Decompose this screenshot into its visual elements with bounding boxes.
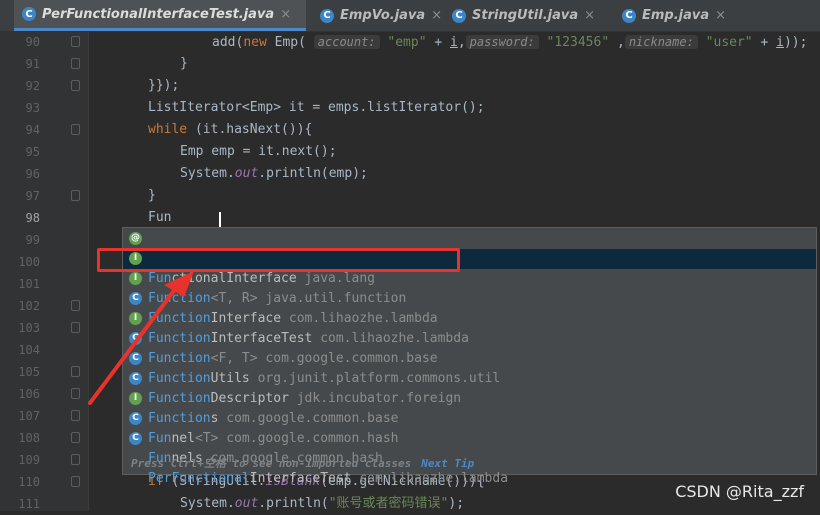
annotation-icon: @ xyxy=(129,232,142,245)
class-icon: C xyxy=(22,7,36,21)
completion-item[interactable]: I Funnel<T> com.google.common.hash xyxy=(123,389,816,446)
close-icon[interactable]: × xyxy=(715,8,726,23)
code-line: 93 ListIterator<Emp> it = emps.listItera… xyxy=(0,97,820,119)
editor-tab-bar: C PerFunctionalInterfaceTest.java × C Em… xyxy=(0,0,820,32)
completion-item[interactable]: I FunctionInterface com.lihaozhe.lambda xyxy=(123,269,816,326)
fold-icon[interactable] xyxy=(71,388,80,399)
fold-icon[interactable] xyxy=(71,476,80,487)
line-number: 104 xyxy=(18,343,40,357)
completion-item[interactable]: C FunctionInterfaceTest com.lihaozhe.lam… xyxy=(123,289,816,346)
completion-item[interactable]: I Function<F, T> com.google.common.base xyxy=(123,309,816,366)
line-number: 97 xyxy=(25,189,40,203)
code-text[interactable]: Emp emp = it.next(); xyxy=(180,141,337,163)
fold-icon[interactable] xyxy=(71,124,80,135)
line-number: 110 xyxy=(18,475,40,489)
line-number: 96 xyxy=(25,167,40,181)
class-icon: C xyxy=(129,412,142,425)
code-line: 92 }}); xyxy=(0,75,820,97)
close-icon[interactable]: × xyxy=(280,7,291,22)
line-number: 102 xyxy=(18,299,40,313)
interface-icon: I xyxy=(129,272,142,285)
fold-icon[interactable] xyxy=(71,410,80,421)
line-number: 98 xyxy=(25,211,40,225)
line-number: 107 xyxy=(18,409,40,423)
class-icon: C xyxy=(129,292,142,305)
fold-icon[interactable] xyxy=(71,300,80,311)
fold-icon[interactable] xyxy=(71,58,80,69)
line-number: 109 xyxy=(18,453,40,467)
fold-icon[interactable] xyxy=(71,190,80,201)
line-number: 101 xyxy=(18,277,40,291)
code-line: 96 System.out.println(emp); xyxy=(0,163,820,185)
code-text[interactable]: Fun xyxy=(148,207,171,229)
completion-footer-hint: Press Ctrl+空格 to see non-imported classe… xyxy=(131,457,412,470)
class-icon: C xyxy=(129,432,142,445)
completion-item[interactable]: @ FunctionalInterface java.lang xyxy=(123,229,816,286)
class-icon: C xyxy=(452,8,466,23)
tab-empvo[interactable]: C EmpVo.java × xyxy=(320,0,442,31)
interface-icon: I xyxy=(129,312,142,325)
completion-item[interactable]: C FunctionUtils org.junit.platform.commo… xyxy=(123,329,816,386)
completion-item[interactable]: C Funnels com.google.common.hash xyxy=(123,409,816,466)
tab-emp[interactable]: C Emp.java × xyxy=(622,0,726,31)
tab-stringutil[interactable]: C StringUtil.java × xyxy=(452,0,595,31)
line-number: 94 xyxy=(25,123,40,137)
completion-item[interactable]: C PerFunctionalInterfaceTest com.lihaozh… xyxy=(123,429,816,486)
code-line: 91 } xyxy=(0,53,820,75)
line-number: 100 xyxy=(18,255,40,269)
line-number: 111 xyxy=(18,497,40,511)
watermark: CSDN @Rita_zzf xyxy=(675,482,804,501)
code-text[interactable]: System.out.println("账号或者密码错误"); xyxy=(180,493,464,515)
tab-perfunctionalinterfacetest[interactable]: C PerFunctionalInterfaceTest.java × xyxy=(14,0,306,31)
code-line: 94 while (it.hasNext()){ xyxy=(0,119,820,141)
line-number: 105 xyxy=(18,365,40,379)
line-number: 95 xyxy=(25,145,40,159)
class-icon: C xyxy=(320,8,334,23)
code-text[interactable]: } xyxy=(180,53,188,75)
fold-icon[interactable] xyxy=(71,322,80,333)
code-text[interactable]: add(new Emp( account: "emp" + i, password… xyxy=(212,31,807,54)
code-line: 95 Emp emp = it.next(); xyxy=(0,141,820,163)
fold-icon[interactable] xyxy=(71,454,80,465)
fold-icon[interactable] xyxy=(71,36,80,47)
line-number: 90 xyxy=(25,35,40,49)
code-text[interactable]: ListIterator<Emp> it = emps.listIterator… xyxy=(148,97,485,119)
fold-icon[interactable] xyxy=(71,366,80,377)
fold-icon[interactable] xyxy=(71,432,80,443)
code-line: 90 add(new Emp( account: "emp" + i, passw… xyxy=(0,31,820,53)
next-tip-link[interactable]: Next Tip xyxy=(421,457,474,470)
line-number: 108 xyxy=(18,431,40,445)
line-number: 106 xyxy=(18,387,40,401)
class-icon: C xyxy=(129,372,142,385)
interface-icon: I xyxy=(129,392,142,405)
completion-item[interactable]: C Functions com.google.common.base xyxy=(123,369,816,426)
code-text[interactable]: while (it.hasNext()){ xyxy=(148,119,312,141)
completion-item[interactable]: C FunctionDescriptor jdk.incubator.forei… xyxy=(123,349,816,406)
code-line: 97 } xyxy=(0,185,820,207)
annotation-highlight-box xyxy=(97,248,460,272)
line-number: 93 xyxy=(25,101,40,115)
tab-label: EmpVo.java xyxy=(340,8,426,23)
fold-icon[interactable] xyxy=(71,80,80,91)
class-icon: C xyxy=(129,332,142,345)
class-icon: C xyxy=(129,352,142,365)
line-number: 91 xyxy=(25,57,40,71)
class-icon: C xyxy=(622,8,636,23)
code-text[interactable]: } xyxy=(148,185,156,207)
line-number: 103 xyxy=(18,321,40,335)
tab-label: StringUtil.java xyxy=(472,8,579,23)
line-number: 99 xyxy=(25,233,40,247)
code-line-current: 98 Fun xyxy=(0,207,820,229)
tab-label: Emp.java xyxy=(642,8,710,23)
close-icon[interactable]: × xyxy=(584,8,595,23)
code-text[interactable]: }}); xyxy=(148,75,179,97)
close-icon[interactable]: × xyxy=(431,8,442,23)
tab-label: PerFunctionalInterfaceTest.java xyxy=(42,6,275,22)
completion-footer: Press Ctrl+空格 to see non-imported classe… xyxy=(123,454,816,474)
code-text[interactable]: System.out.println(emp); xyxy=(180,163,368,185)
line-number: 92 xyxy=(25,79,40,93)
